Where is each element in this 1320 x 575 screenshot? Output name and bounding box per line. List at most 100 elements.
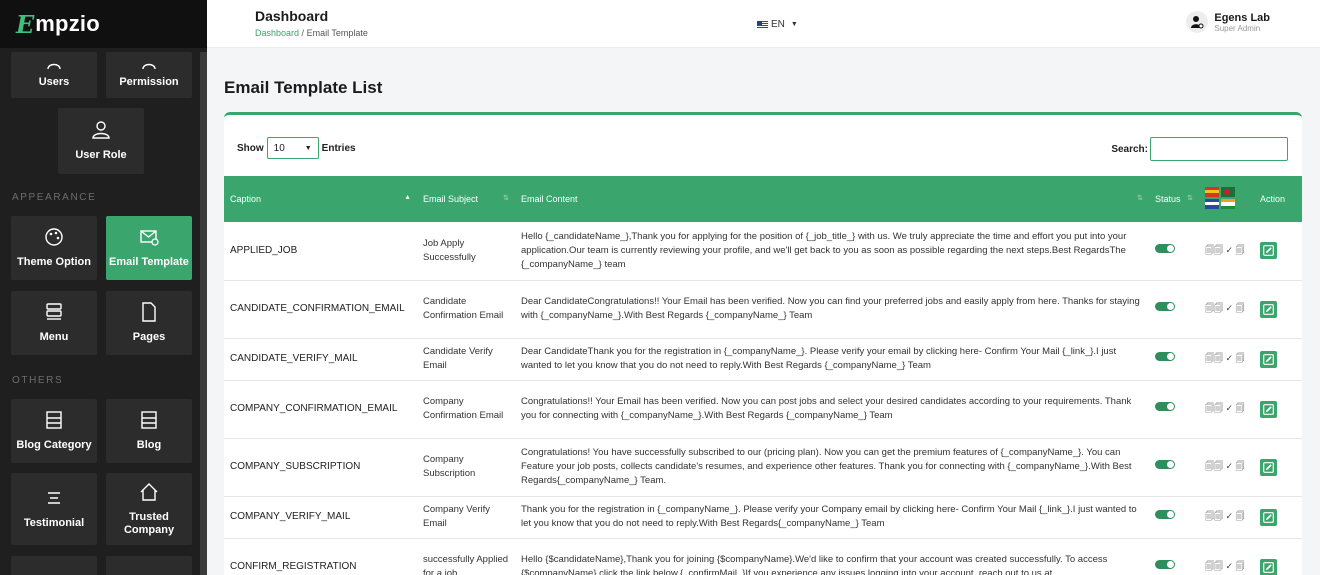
edit-button[interactable] (1260, 400, 1277, 418)
sidebar-scrollbar[interactable] (200, 52, 207, 575)
sidebar-item-partial[interactable] (106, 556, 192, 575)
subject-cell: Job Apply Successfully (417, 222, 515, 281)
subject-cell: Company Subscription (417, 438, 515, 497)
status-toggle[interactable] (1155, 352, 1175, 362)
translation-cell: 🗐🗐 ✓ 🗐 (1199, 280, 1254, 339)
edit-icon (1263, 511, 1274, 523)
brand-mark: E (16, 9, 35, 39)
sidebar-item-label: Trusted (129, 510, 169, 523)
sidebar-item-pages[interactable]: Pages (106, 291, 192, 355)
chevron-down-icon: ▼ (304, 144, 312, 152)
language-flags-icon (1205, 187, 1235, 209)
entries-label: Entries (321, 142, 356, 154)
user-menu[interactable]: Egens Lab Super Admin (1186, 11, 1270, 33)
edit-button[interactable] (1260, 350, 1277, 368)
sidebar-item-email-template[interactable]: Email Template (106, 216, 192, 280)
column-header-caption[interactable]: Caption ▲ (224, 176, 417, 222)
header-label: Email Content (521, 194, 578, 204)
status-toggle[interactable] (1155, 560, 1175, 570)
status-cell (1149, 496, 1199, 539)
column-header-languages[interactable] (1199, 176, 1254, 222)
status-cell (1149, 538, 1199, 575)
column-header-status[interactable]: Status ⇅ (1149, 176, 1199, 222)
sidebar-item-label: User Role (75, 149, 127, 162)
sidebar-item-label: Email Template (109, 256, 189, 269)
action-cell (1254, 438, 1302, 497)
status-cell (1149, 380, 1199, 439)
sidebar-item-user-role[interactable]: User Role (58, 108, 144, 174)
table-row: COMPANY_SUBSCRIPTION Company Subscription… (224, 438, 1302, 497)
sort-icon: ⇅ (503, 195, 509, 202)
subject-cell: Company Verify Email (417, 496, 515, 539)
column-header-action: Action (1254, 176, 1302, 222)
translate-icon[interactable]: 🗐🗐 ✓ 🗐 (1205, 561, 1245, 571)
sidebar-item-menu[interactable]: Menu (11, 291, 97, 355)
search-input[interactable] (1150, 137, 1288, 161)
sidebar-item-permission[interactable]: Permission (106, 52, 192, 98)
sort-asc-icon: ▲ (404, 194, 411, 201)
translate-icon[interactable]: 🗐🗐 ✓ 🗐 (1205, 353, 1245, 363)
table-header-row: Caption ▲ Email Subject ⇅ Email Content ⇅ S… (224, 176, 1302, 222)
brand-logo[interactable]: E mpzio (0, 0, 207, 48)
caption-cell: COMPANY_SUBSCRIPTION (224, 438, 417, 497)
show-label: Show (237, 142, 264, 154)
search-control: Search: (1111, 137, 1288, 161)
translate-icon[interactable]: 🗐🗐 ✓ 🗐 (1205, 511, 1245, 521)
translation-cell: 🗐🗐 ✓ 🗐 (1199, 538, 1254, 575)
table-row: APPLIED_JOB Job Apply Successfully Hello {… (224, 222, 1302, 281)
content-cell: Dear CandidateCongratulations!! Your Ema… (515, 280, 1149, 339)
status-toggle[interactable] (1155, 243, 1175, 253)
edit-button[interactable] (1260, 508, 1277, 526)
sidebar-item-label: Users (38, 76, 70, 89)
sidebar-item-partial[interactable] (11, 556, 97, 575)
entries-select[interactable]: 10 ▼ (266, 137, 319, 159)
translation-cell: 🗐🗐 ✓ 🗐 (1199, 338, 1254, 381)
translate-icon[interactable]: 🗐🗐 ✓ 🗐 (1205, 461, 1245, 471)
edit-button[interactable] (1260, 242, 1277, 260)
sidebar-item-trusted-company[interactable]: Trusted Company (106, 473, 192, 545)
header-label: Status (1155, 194, 1181, 204)
column-header-content[interactable]: Email Content ⇅ (515, 176, 1149, 222)
edit-button[interactable] (1260, 300, 1277, 318)
table-row: CONFIRM_REGISTRATION successfully Applied… (224, 538, 1302, 575)
status-toggle[interactable] (1155, 402, 1175, 412)
translation-cell: 🗐🗐 ✓ 🗐 (1199, 222, 1254, 281)
edit-icon (1263, 245, 1274, 257)
translate-icon[interactable]: 🗐🗐 ✓ 🗐 (1205, 303, 1245, 313)
sidebar-item-label: Theme Option (17, 256, 91, 269)
search-label: Search: (1111, 143, 1148, 155)
subject-cell: successfully Applied for a job (417, 538, 515, 575)
action-cell (1254, 496, 1302, 539)
status-toggle[interactable] (1155, 510, 1175, 520)
sidebar-item-users[interactable]: Users (11, 52, 97, 98)
language-selector[interactable]: EN ▼ (757, 19, 798, 30)
action-cell (1254, 338, 1302, 381)
status-cell (1149, 280, 1199, 339)
status-toggle[interactable] (1155, 302, 1175, 312)
sidebar-item-theme-option[interactable]: Theme Option (11, 216, 97, 280)
edit-icon (1263, 561, 1274, 573)
translate-icon[interactable]: 🗐🗐 ✓ 🗐 (1205, 403, 1245, 413)
sidebar-item-blog-category[interactable]: Blog Category (11, 399, 97, 463)
breadcrumb-separator: / (301, 28, 305, 38)
edit-button[interactable] (1260, 558, 1277, 575)
blog-icon (141, 411, 157, 430)
blog-category-icon (46, 411, 62, 430)
action-cell (1254, 222, 1302, 281)
caption-cell: CANDIDATE_CONFIRMATION_EMAIL (224, 280, 417, 339)
breadcrumb-home[interactable]: Dashboard (255, 28, 299, 38)
edit-button[interactable] (1260, 458, 1277, 476)
status-toggle[interactable] (1155, 460, 1175, 470)
top-header: Dashboard Dashboard / Email Template EN … (207, 0, 1320, 48)
caption-cell: CONFIRM_REGISTRATION (224, 538, 417, 575)
status-cell (1149, 222, 1199, 281)
sidebar-item-testimonial[interactable]: Testimonial (11, 473, 97, 545)
status-cell (1149, 438, 1199, 497)
header-label: Caption (230, 194, 262, 204)
translate-icon[interactable]: 🗐🗐 ✓ 🗐 (1205, 245, 1245, 255)
brand-name: mpzio (35, 11, 100, 36)
sidebar-item-blog[interactable]: Blog (106, 399, 192, 463)
column-header-subject[interactable]: Email Subject ⇅ (417, 176, 515, 222)
user-name: Egens Lab (1214, 11, 1270, 24)
translation-cell: 🗐🗐 ✓ 🗐 (1199, 438, 1254, 497)
